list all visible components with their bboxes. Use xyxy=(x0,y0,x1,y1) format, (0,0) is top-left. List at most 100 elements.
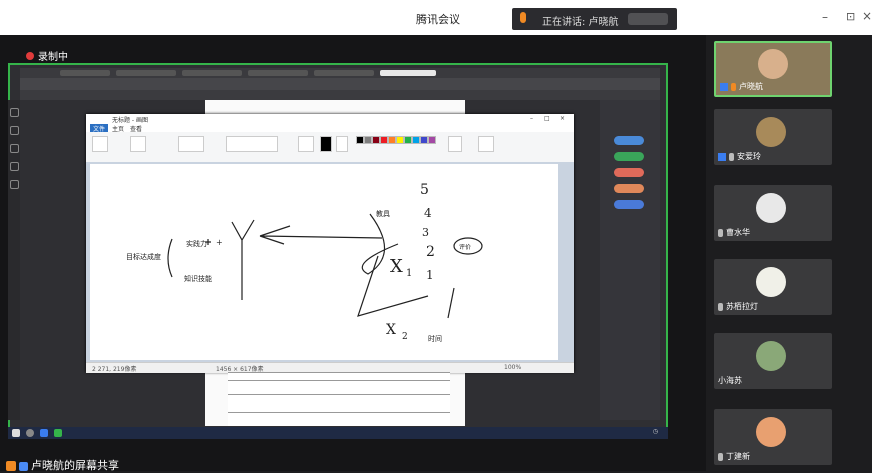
avatar xyxy=(756,117,786,147)
color-swatch[interactable] xyxy=(428,136,436,144)
participant-tile[interactable]: 安爱玲 xyxy=(714,109,832,165)
color-swatch[interactable] xyxy=(388,136,396,144)
panel-button[interactable] xyxy=(614,152,644,161)
collection-icon[interactable] xyxy=(10,144,19,153)
participant-name: 安爱玲 xyxy=(718,151,761,162)
paste-button[interactable] xyxy=(92,136,108,152)
color1-button[interactable] xyxy=(320,136,332,152)
avatar xyxy=(758,49,788,79)
hw-x1: X xyxy=(390,256,403,277)
browser-icon[interactable] xyxy=(40,429,48,437)
browser-tab[interactable] xyxy=(248,70,308,76)
color-swatch[interactable] xyxy=(420,136,428,144)
color-swatch[interactable] xyxy=(356,136,364,144)
participant-name: 小海苏 xyxy=(718,376,742,385)
hw-time: 时间 xyxy=(428,335,442,343)
camera-icon xyxy=(720,82,728,91)
browser-side-rail xyxy=(8,100,20,420)
browser-tab[interactable] xyxy=(182,70,242,76)
color-swatch[interactable] xyxy=(380,136,388,144)
browser-tab[interactable] xyxy=(116,70,176,76)
participant-tile[interactable]: 小海苏 xyxy=(714,333,832,389)
taskbar: ◷ xyxy=(8,427,668,439)
paint-minimize[interactable]: – xyxy=(530,115,533,122)
participant-tile[interactable]: 卢晓航 xyxy=(714,41,832,97)
paint-title: 无标题 - 画图 xyxy=(112,117,148,124)
app-icon[interactable] xyxy=(54,429,62,437)
table-row xyxy=(228,380,450,381)
paint-maximize[interactable]: □ xyxy=(544,115,550,122)
color-swatch[interactable] xyxy=(396,136,404,144)
paint-close[interactable]: × xyxy=(560,115,565,122)
browser-tab[interactable] xyxy=(314,70,374,76)
browser-address-bar[interactable] xyxy=(20,78,660,90)
apps-icon[interactable] xyxy=(10,180,19,189)
star-icon[interactable] xyxy=(10,108,19,117)
shapes-group[interactable] xyxy=(226,136,278,152)
hw-practice: 实践力 xyxy=(186,240,207,248)
browser-tab-strip[interactable] xyxy=(20,68,660,78)
hw-5: 5 xyxy=(420,182,429,198)
clock-icon[interactable]: ◷ xyxy=(653,428,658,435)
hw-goal: 目标达成度 xyxy=(126,253,161,261)
color-swatch[interactable] xyxy=(372,136,380,144)
color-swatch[interactable] xyxy=(404,136,412,144)
share-icon xyxy=(19,461,28,471)
sharer-label: 卢晓航的屏幕共享 xyxy=(31,459,119,472)
participant-name: 曹水华 xyxy=(718,227,750,238)
hw-sub2: 2 xyxy=(402,332,408,342)
menu-file[interactable]: 文件 xyxy=(90,124,108,133)
paint-ribbon xyxy=(86,132,574,163)
hw-evaluate: 评价 xyxy=(459,244,472,251)
start-icon[interactable] xyxy=(12,429,20,437)
browser-tab-active[interactable] xyxy=(380,70,436,76)
participant-tile[interactable]: 苏栢拉灯 xyxy=(714,259,832,315)
mic-icon xyxy=(718,302,723,311)
search-icon[interactable] xyxy=(26,429,34,437)
title-bar: 腾讯会议 正在讲话: 卢晓航 – ⊡ × xyxy=(0,0,872,35)
hw-4: 4 xyxy=(424,206,432,220)
minimize-button[interactable]: – xyxy=(822,10,828,24)
color-swatch[interactable] xyxy=(412,136,420,144)
side-panel xyxy=(600,100,660,420)
browser-tab[interactable] xyxy=(60,70,110,76)
browser-bookmarks-bar[interactable] xyxy=(20,90,660,100)
paint3d-button[interactable] xyxy=(478,136,494,152)
participant-tile[interactable]: 丁建新 xyxy=(714,409,832,465)
participant-name: 苏栢拉灯 xyxy=(718,301,758,312)
size-button[interactable] xyxy=(298,136,314,152)
search-icon[interactable] xyxy=(10,162,19,171)
close-button[interactable]: × xyxy=(862,9,872,23)
recording-indicator[interactable]: 录制中 xyxy=(26,48,68,63)
table-row xyxy=(228,412,450,413)
status-size: 2 271, 219像素 xyxy=(92,366,137,373)
panel-button[interactable] xyxy=(614,184,644,193)
select-button[interactable] xyxy=(130,136,146,152)
tools-group[interactable] xyxy=(178,136,204,152)
paint-title-bar: 无标题 - 画图 – □ × xyxy=(86,114,574,124)
history-icon[interactable] xyxy=(10,126,19,135)
audio-level-bar xyxy=(628,13,668,25)
edit-colors-button[interactable] xyxy=(448,136,462,152)
mic-icon xyxy=(731,82,736,91)
user-icon xyxy=(6,461,16,471)
avatar xyxy=(756,193,786,223)
mic-icon xyxy=(729,152,734,161)
app-title: 腾讯会议 xyxy=(416,13,460,26)
camera-icon xyxy=(718,152,726,161)
panel-button[interactable] xyxy=(614,168,644,177)
participant-list: 卢晓航 安爱玲 曹水华 苏栢拉灯 小海苏 丁建新 xyxy=(706,35,872,471)
maximize-button[interactable]: ⊡ xyxy=(846,10,855,23)
color-swatch[interactable] xyxy=(364,136,372,144)
participant-name: 丁建新 xyxy=(718,451,750,462)
panel-button[interactable] xyxy=(614,200,644,209)
participant-tile[interactable]: 曹水华 xyxy=(714,185,832,241)
paint-canvas[interactable]: 目标达成度 实践力 + 知识技能 教具 评价 时间 X 1 X 2 5 4 3 … xyxy=(90,164,558,360)
paint-window: 无标题 - 画图 – □ × 文件 主页 查看 目标达成度 实践力 + 知识技能… xyxy=(86,114,574,373)
document-table xyxy=(228,372,450,426)
hw-sub1: 1 xyxy=(406,268,413,279)
mic-icon xyxy=(718,452,723,461)
zoom-level[interactable]: 100% xyxy=(504,364,521,371)
panel-button[interactable] xyxy=(614,136,644,145)
color2-button[interactable] xyxy=(336,136,348,152)
